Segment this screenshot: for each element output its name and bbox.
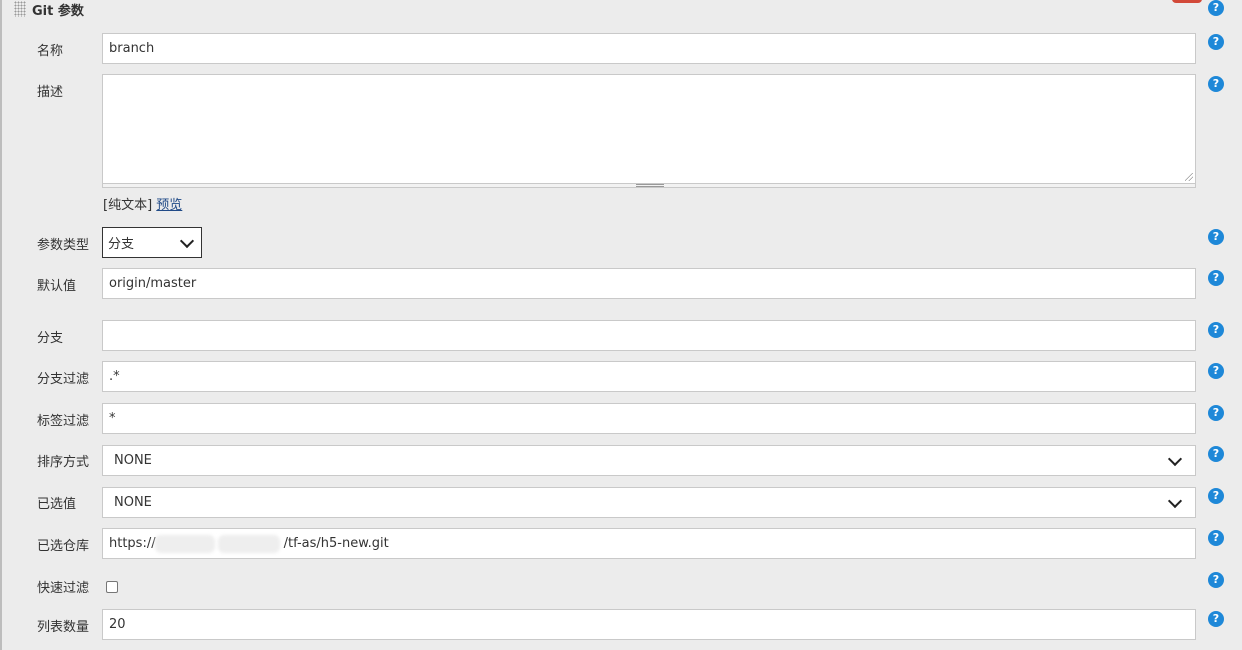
- help-icon[interactable]: ?: [1208, 229, 1224, 245]
- help-icon[interactable]: ?: [1208, 322, 1224, 338]
- resize-grip-icon: [636, 184, 664, 187]
- textarea-resize-bar[interactable]: [102, 183, 1196, 188]
- sort-mode-select[interactable]: NONE: [102, 445, 1196, 476]
- redaction-mask: [155, 535, 215, 553]
- help-icon[interactable]: ?: [1208, 488, 1224, 504]
- branch-input[interactable]: [102, 320, 1196, 351]
- selected-value-value: NONE: [114, 495, 152, 510]
- drag-handle-icon[interactable]: [14, 1, 26, 17]
- list-size-input[interactable]: [102, 609, 1196, 640]
- section-header: Git 参数: [14, 0, 84, 19]
- help-icon[interactable]: ?: [1208, 76, 1224, 92]
- name-label: 名称: [37, 44, 64, 59]
- description-label: 描述: [37, 85, 64, 100]
- panel-left-border: [0, 0, 2, 650]
- sort-mode-value: NONE: [114, 453, 152, 468]
- param-type-value: 分支: [108, 237, 135, 252]
- branch-filter-label: 分支过滤: [37, 372, 90, 387]
- tag-filter-input[interactable]: [102, 403, 1196, 434]
- param-type-label: 参数类型: [37, 238, 90, 253]
- delete-button[interactable]: [1172, 0, 1202, 3]
- section-title: Git 参数: [32, 3, 84, 19]
- default-value-label: 默认值: [37, 279, 77, 294]
- chevron-down-icon: [179, 233, 195, 248]
- format-preview-line: [纯文本] 预览: [103, 194, 182, 213]
- name-input[interactable]: [102, 33, 1196, 64]
- tag-filter-label: 标签过滤: [37, 414, 90, 429]
- quick-filter-label: 快速过滤: [37, 581, 90, 596]
- repo-url-prefix: https://: [109, 536, 156, 551]
- help-icon[interactable]: ?: [1208, 0, 1224, 16]
- quick-filter-checkbox[interactable]: [106, 581, 118, 593]
- description-textarea[interactable]: [102, 74, 1196, 184]
- help-icon[interactable]: ?: [1208, 530, 1224, 546]
- branch-filter-input[interactable]: [102, 361, 1196, 392]
- chevron-down-icon: [1167, 493, 1183, 508]
- plain-text-label: [纯文本]: [103, 198, 153, 213]
- default-value-input[interactable]: [102, 268, 1196, 299]
- preview-link[interactable]: 预览: [156, 198, 182, 213]
- sort-mode-label: 排序方式: [37, 455, 90, 470]
- selected-repo-label: 已选仓库: [37, 539, 90, 554]
- repo-url-suffix: /tf-as/h5-new.git: [283, 536, 389, 551]
- help-icon[interactable]: ?: [1208, 446, 1224, 462]
- redaction-mask: [218, 535, 280, 553]
- branch-label: 分支: [37, 331, 64, 346]
- list-size-label: 列表数量: [37, 620, 90, 635]
- param-type-select[interactable]: 分支: [102, 227, 202, 258]
- help-icon[interactable]: ?: [1208, 611, 1224, 627]
- selected-value-label: 已选值: [37, 497, 77, 512]
- help-icon[interactable]: ?: [1208, 405, 1224, 421]
- selected-value-select[interactable]: NONE: [102, 487, 1196, 518]
- resize-corner-icon[interactable]: [1185, 173, 1193, 181]
- help-icon[interactable]: ?: [1208, 363, 1224, 379]
- help-icon[interactable]: ?: [1208, 572, 1224, 588]
- help-icon[interactable]: ?: [1208, 34, 1224, 50]
- chevron-down-icon: [1167, 451, 1183, 466]
- help-icon[interactable]: ?: [1208, 270, 1224, 286]
